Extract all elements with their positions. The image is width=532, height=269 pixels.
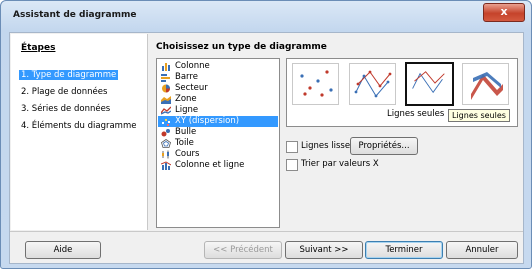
cancel-button[interactable]: Annuler [446,241,518,259]
footer-separator [10,231,523,232]
chart-wizard-window: Assistant de diagramme x Étapes 1. Type … [0,0,532,269]
chart-type-label: Zone [175,94,197,104]
column-line-chart-icon [161,161,171,170]
points-only-icon [300,70,333,97]
step-chart-type[interactable]: 1. Type de diagramme [19,70,119,80]
chart-type-label: Barre [175,72,198,82]
chart-type-bar[interactable]: Barre [158,72,278,83]
variant-tooltip: Lignes seules [448,109,510,122]
scatter-chart-icon [162,119,170,126]
previous-button[interactable]: << Précédent [204,241,282,259]
area-chart-icon [161,96,171,104]
step-chart-elements[interactable]: 4. Éléments du diagramme [21,121,136,131]
lines-3d-icon [471,72,503,100]
close-button[interactable]: x [483,3,525,22]
pie-chart-icon [162,84,170,93]
chart-type-stock[interactable]: Cours [158,149,278,160]
smooth-lines-checkbox[interactable] [286,141,298,153]
finish-button[interactable]: Terminer [365,241,443,259]
properties-button[interactable]: Propriétés... [350,137,418,155]
step-data-series[interactable]: 3. Séries de données [21,104,110,114]
chart-type-pie[interactable]: Secteur [158,83,278,94]
variant-lines-only-button[interactable] [405,62,454,106]
net-chart-icon [161,139,171,148]
chart-type-area[interactable]: Zone [158,94,278,105]
next-button[interactable]: Suivant >> [285,241,363,259]
title-bar: Assistant de diagramme x [1,1,531,31]
points-and-lines-icon [354,70,392,98]
selected-variant-label: Lignes seules [387,109,445,119]
sort-by-x-label[interactable]: Trier par valeurs X [301,159,379,169]
lines-only-icon [412,71,445,94]
chart-type-label: Cours [175,149,200,159]
chart-type-bubble[interactable]: Bulle [158,127,278,138]
chart-type-net[interactable]: Toile [158,138,278,149]
chart-type-label: XY (dispersion) [175,116,240,126]
sort-by-x-checkbox[interactable] [286,159,298,171]
window-title: Assistant de diagramme [13,10,137,20]
variant-3d-lines-button[interactable] [462,63,509,105]
chart-type-line[interactable]: Ligne [158,105,278,116]
bar-chart-icon [161,74,170,82]
step-data-range[interactable]: 2. Plage de données [21,87,107,97]
column-chart-icon [162,63,170,71]
bubble-chart-icon [161,129,170,137]
chart-type-column-line[interactable]: Colonne et ligne [158,160,278,171]
chart-type-list[interactable]: Colonne Barre Secteur Zone Ligne XY (dis… [156,58,280,228]
stock-chart-icon [162,150,169,159]
help-button[interactable]: Aide [25,241,101,259]
steps-pane: Étapes 1. Type de diagramme 2. Plage de … [11,34,148,230]
smooth-lines-label[interactable]: Lignes lisses [301,141,354,151]
variant-points-only-button[interactable] [292,63,339,105]
variant-points-lines-button[interactable] [349,63,396,105]
chart-type-label: Secteur [175,83,208,93]
wizard-body: Étapes 1. Type de diagramme 2. Plage de … [9,32,524,264]
chart-type-heading: Choisissez un type de diagramme [156,42,327,52]
chart-type-label: Ligne [175,105,199,115]
chart-type-label: Colonne [175,61,210,71]
line-chart-icon [161,106,171,115]
steps-heading: Étapes [21,43,56,53]
chart-type-label: Bulle [175,127,197,137]
chart-type-xy-scatter[interactable]: XY (dispersion) [158,116,278,127]
chart-type-label: Toile [175,138,194,148]
chart-type-column[interactable]: Colonne [158,61,278,72]
chart-type-label: Colonne et ligne [175,160,245,170]
